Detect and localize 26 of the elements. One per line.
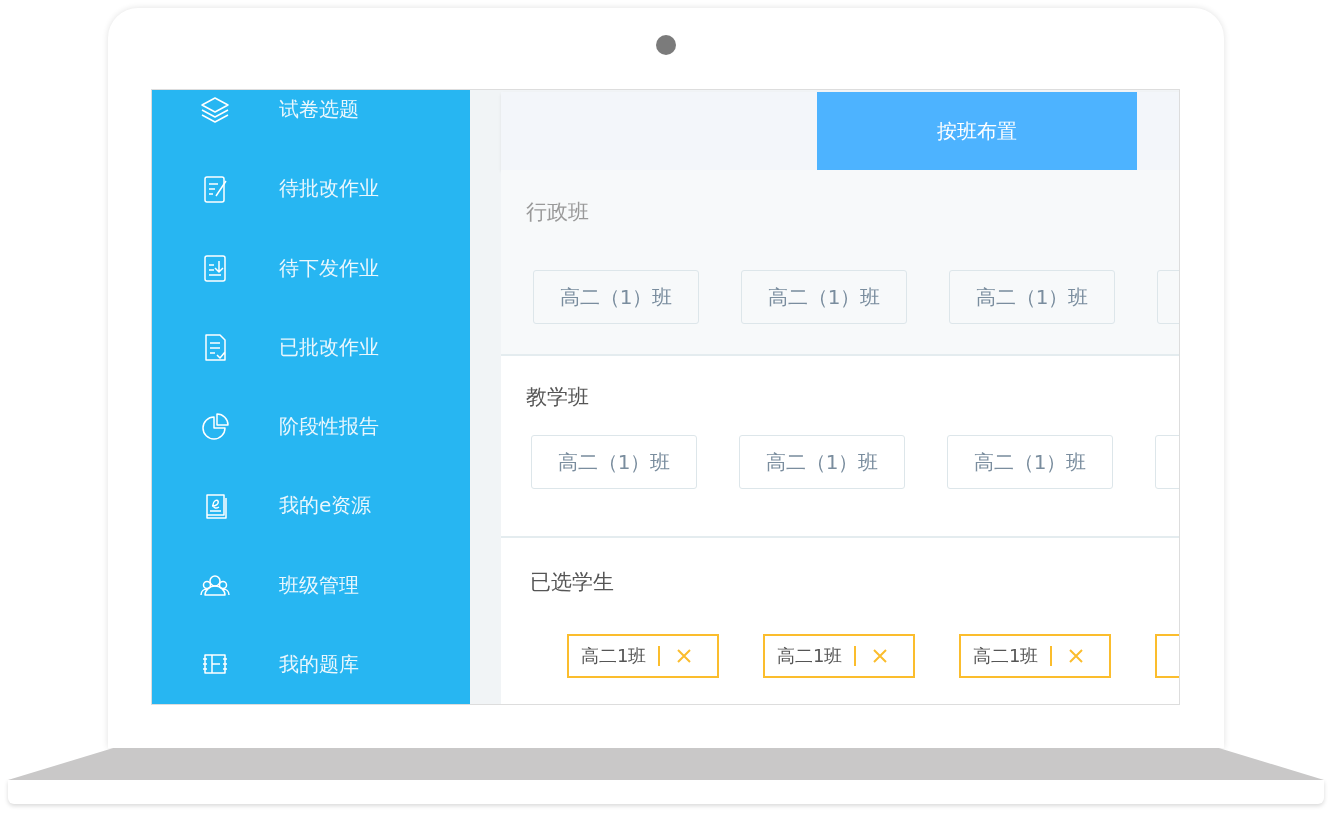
class-option[interactable]: 高二（1）班: [739, 435, 905, 489]
class-option[interactable]: 高二（1）班: [949, 270, 1115, 324]
class-option[interactable]: 高二（1）班: [533, 270, 699, 324]
close-icon[interactable]: [1068, 648, 1085, 664]
sidebar-item[interactable]: 班级管理: [152, 545, 470, 625]
sidebar-item[interactable]: 试卷选题: [152, 90, 470, 150]
tag-label: 高二1班: [973, 646, 1053, 666]
sidebar-item[interactable]: 阶段性报告: [152, 387, 470, 467]
tab[interactable]: 按班布置: [817, 92, 1137, 170]
sidebar-item[interactable]: 我的题库: [152, 624, 470, 704]
sidebar-item[interactable]: 已批改作业: [152, 307, 470, 387]
camera-dot: [656, 35, 676, 55]
tag-label: 高二1班: [777, 646, 857, 666]
pie-chart-icon: [199, 410, 231, 443]
section-title: 行政班: [526, 199, 590, 226]
sidebar-item[interactable]: 待下发作业: [152, 228, 470, 308]
class-option[interactable]: 高二（1）班: [741, 270, 907, 324]
tag-label: 高二1班: [581, 646, 661, 666]
section-title: 教学班: [526, 384, 590, 411]
class-option[interactable]: 高二（1）班: [531, 435, 697, 489]
class-option[interactable]: 高二（1）班: [947, 435, 1113, 489]
sidebar-item[interactable]: 待批改作业: [152, 149, 470, 229]
sidebar-item[interactable]: 我的e资源: [152, 466, 470, 546]
close-icon[interactable]: [872, 648, 889, 664]
close-icon[interactable]: [676, 648, 693, 664]
section-title: 已选学生: [530, 569, 615, 596]
